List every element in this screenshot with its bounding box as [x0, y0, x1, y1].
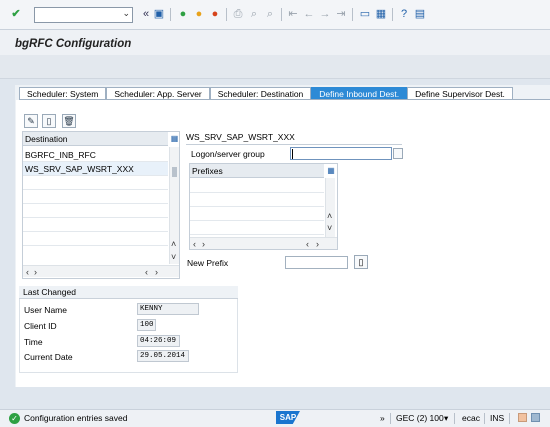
find-icon[interactable]: ⌕ — [247, 7, 261, 21]
chevron-up-icon[interactable]: ˄ — [171, 239, 176, 249]
last-changed-heading: Last Changed — [19, 286, 238, 299]
divider — [454, 413, 455, 424]
divider — [484, 413, 485, 424]
client-id-value: 100 — [137, 319, 156, 331]
column-settings-icon[interactable]: ▦ — [325, 165, 337, 177]
chevron-down-icon[interactable]: ⌄ — [122, 8, 130, 19]
cancel-icon[interactable]: ● — [208, 7, 222, 21]
table-row-empty[interactable] — [23, 232, 168, 246]
application-toolbar — [0, 55, 550, 79]
vertical-scrollbar[interactable]: ˄ ˅ — [325, 178, 335, 237]
chevron-left-icon[interactable]: ‹ — [193, 239, 196, 249]
table-row-empty[interactable] — [23, 204, 168, 218]
system-info[interactable]: GEC (2) 100 — [396, 413, 444, 423]
standard-toolbar: ✔ ⌄ « ▣ ● ● ● ⎙ ⌕ ⌕ ⇤ ← → ⇥ ▭ ▦ ? ▤ — [0, 0, 550, 30]
find-next-icon[interactable]: ⌕ — [263, 7, 277, 21]
print-icon[interactable]: ⎙ — [231, 7, 245, 21]
shortcut-icon[interactable]: ▦ — [374, 7, 388, 21]
prefixes-table: Prefixes ▦ ˄ ˅ ‹ › ‹ › — [189, 163, 338, 250]
detail-heading: WS_SRV_SAP_WSRT_XXX — [186, 131, 402, 145]
save-icon[interactable]: ▣ — [152, 7, 166, 21]
first-page-icon[interactable]: ⇤ — [286, 7, 300, 21]
chevron-down-icon[interactable]: ˅ — [327, 223, 332, 233]
table-row-empty[interactable] — [190, 207, 324, 221]
horizontal-scrollbar[interactable]: ‹ › ‹ › — [190, 237, 337, 249]
checkmark-icon[interactable]: ✔ — [9, 7, 23, 21]
table-row[interactable]: WS_SRV_SAP_WSRT_XXX — [23, 162, 168, 176]
horizontal-scrollbar[interactable]: ‹ › ‹ › — [23, 265, 179, 277]
chevron-right-icon[interactable]: › — [316, 239, 319, 249]
column-settings-icon[interactable]: ▦ — [169, 133, 180, 145]
client-id-label: Client ID — [24, 321, 57, 331]
insert-mode[interactable]: INS — [490, 413, 504, 423]
last-page-icon[interactable]: ⇥ — [334, 7, 348, 21]
scroll-thumb[interactable] — [172, 167, 177, 177]
double-left-arrow-icon[interactable]: « — [139, 7, 153, 21]
user-name-label: User Name — [24, 305, 67, 315]
chevron-right-icon[interactable]: › — [202, 239, 205, 249]
exit-icon[interactable]: ● — [192, 7, 206, 21]
create-session-icon[interactable]: ▭ — [358, 7, 372, 21]
vertical-scrollbar[interactable]: ˄ ˅ — [169, 147, 179, 264]
table-row-empty[interactable] — [23, 218, 168, 232]
expand-status-icon[interactable]: » — [380, 413, 385, 423]
logon-server-group-input[interactable] — [290, 147, 392, 160]
chevron-down-icon[interactable]: ˅ — [171, 252, 176, 262]
page-title: bgRFC Configuration — [15, 38, 132, 50]
table-row-empty[interactable] — [23, 176, 168, 190]
status-message[interactable]: Configuration entries saved — [24, 413, 127, 423]
edit-pencil-icon[interactable]: ✎ — [24, 114, 38, 128]
chevron-down-icon[interactable]: ▾ — [444, 413, 448, 424]
current-date-label: Current Date — [24, 352, 73, 362]
success-check-icon: ✓ — [9, 413, 20, 424]
divider — [509, 413, 510, 424]
time-label: Time — [24, 337, 43, 347]
table-row-empty[interactable] — [190, 193, 324, 207]
logon-server-group-label: Logon/server group — [191, 149, 265, 159]
session-icon — [531, 413, 540, 422]
new-document-icon[interactable]: ▯ — [42, 114, 56, 128]
divider — [390, 413, 391, 424]
user-name-value: KENNY — [137, 303, 199, 315]
previous-page-icon[interactable]: ← — [302, 7, 316, 21]
column-header-destination[interactable]: Destination — [23, 132, 168, 146]
table-row-empty[interactable] — [190, 221, 324, 235]
chevron-up-icon[interactable]: ˄ — [327, 211, 332, 221]
value-help-icon[interactable] — [393, 148, 403, 159]
customize-layout-icon[interactable]: ▤ — [413, 7, 427, 21]
table-row-empty[interactable] — [23, 190, 168, 204]
new-prefix-label: New Prefix — [187, 258, 229, 268]
table-row-empty[interactable] — [190, 179, 324, 193]
chevron-left-icon[interactable]: ‹ — [26, 267, 29, 277]
column-header-prefixes[interactable]: Prefixes — [190, 164, 324, 178]
time-value: 04:26:09 — [137, 335, 180, 347]
back-icon[interactable]: ● — [176, 7, 190, 21]
chevron-left-icon[interactable]: ‹ — [306, 239, 309, 249]
help-icon[interactable]: ? — [397, 7, 411, 21]
current-date-value: 29.05.2014 — [137, 350, 189, 362]
next-page-icon[interactable]: → — [318, 7, 332, 21]
table-row[interactable]: BGRFC_INB_RFC — [23, 148, 168, 162]
destination-table: Destination ▦ BGRFC_INB_RFC WS_SRV_SAP_W… — [22, 131, 180, 279]
new-prefix-add-icon[interactable]: ▯ — [354, 255, 368, 269]
chevron-right-icon[interactable]: › — [34, 267, 37, 277]
chevron-right-icon[interactable]: › — [155, 267, 158, 277]
lock-icon — [518, 413, 527, 422]
delete-trash-icon[interactable]: 🗑 — [62, 114, 76, 128]
chevron-left-icon[interactable]: ‹ — [145, 267, 148, 277]
command-field[interactable]: ⌄ — [34, 7, 133, 23]
new-prefix-input[interactable] — [285, 256, 348, 269]
host-info[interactable]: ecac — [462, 413, 480, 423]
